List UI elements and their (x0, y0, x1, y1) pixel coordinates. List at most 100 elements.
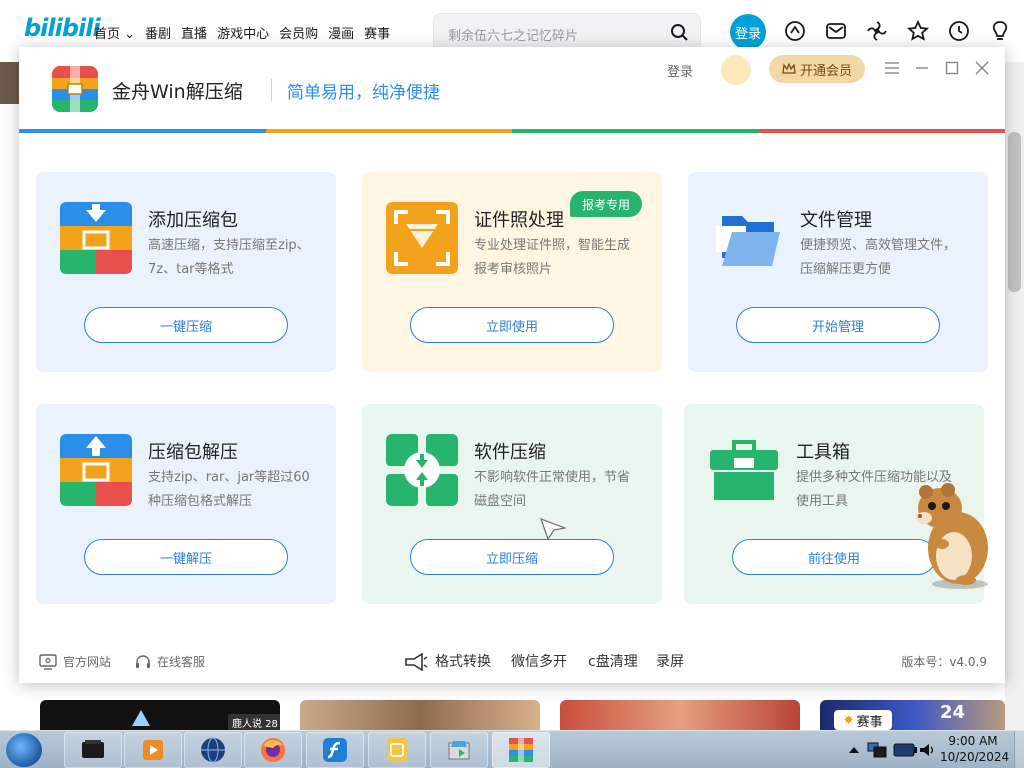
compress-software-button[interactable]: 立即压缩 (410, 539, 614, 575)
monitor-icon (39, 653, 57, 670)
version-label: 版本号：v4.0.9 (901, 655, 987, 669)
id-photo-icon (386, 202, 458, 274)
black-box-icon (82, 740, 104, 758)
scrollbar-thumb[interactable] (1008, 132, 1021, 292)
card-add-archive[interactable]: 添加压缩包 高速压缩，支持压缩至zip、7z、tar等格式 一键压缩 (36, 172, 336, 372)
esports-badge[interactable]: ✸ 赛事 (834, 710, 892, 730)
card-title: 压缩包解压 (148, 442, 238, 463)
card-title: 文件管理 (800, 210, 872, 231)
page-scrollbar[interactable] (1005, 62, 1024, 730)
minimize-icon[interactable] (913, 59, 931, 77)
accent-color-bar (19, 129, 1005, 133)
bilibili-search-input[interactable]: 剩余伍六七之记忆碎片 (433, 13, 701, 51)
taskbar-clock[interactable]: 9:00 AM 10/20/2024 (940, 733, 1010, 765)
fan-icon[interactable] (866, 20, 888, 42)
bilibili-logo[interactable]: bilibili (24, 14, 101, 42)
clock-date: 10/20/2024 (940, 750, 1010, 764)
search-icon[interactable] (670, 23, 688, 41)
message-icon[interactable] (825, 20, 847, 42)
taskbar: 9:00 AM 10/20/2024 (0, 730, 1024, 768)
toolbox-icon (708, 434, 780, 506)
thumbnail-number: 24 (940, 702, 966, 723)
accent-segment-blue (19, 129, 266, 133)
use-now-button[interactable]: 立即使用 (410, 307, 614, 343)
card-description: 高速压缩，支持压缩至zip、7z、tar等格式 (148, 238, 310, 277)
installer-icon (448, 741, 470, 760)
tray-arrow-icon[interactable] (845, 741, 863, 759)
battery-icon[interactable] (892, 741, 918, 759)
start-button[interactable] (6, 733, 42, 767)
video-thumbnail[interactable] (300, 700, 540, 730)
nav-item-anime[interactable]: 番剧 (145, 23, 171, 42)
app-login-link[interactable]: 登录 (667, 61, 693, 80)
volume-icon[interactable] (918, 741, 936, 759)
network-icon[interactable] (866, 741, 888, 759)
compressor-window: 金舟Win解压缩 简单易用，纯净便捷 登录 开通会员 添加压缩包 高速压缩，支持… (19, 47, 1005, 683)
card-description: 专业处理证件照，智能生成报考审核照片 (474, 238, 631, 277)
hamster-pet-icon[interactable] (902, 478, 994, 590)
nav-item-esports[interactable]: 赛事 (364, 23, 390, 42)
accent-segment-orange (265, 129, 512, 133)
online-support-link[interactable]: 在线客服 (135, 653, 205, 670)
taskbar-app-media-player[interactable] (124, 732, 182, 768)
nav-item-home[interactable]: 首页 ⌄ (94, 23, 135, 42)
video-thumbnail[interactable]: 鹿人说 28 (40, 700, 280, 730)
show-desktop-button[interactable] (1014, 731, 1024, 768)
taskbar-app-compressor[interactable] (492, 732, 550, 768)
nav-item-games[interactable]: 游戏中心 (217, 23, 269, 42)
avatar[interactable] (721, 55, 751, 85)
start-manage-button[interactable]: 开始管理 (736, 307, 940, 343)
clock-time: 9:00 AM (948, 734, 998, 748)
official-website-label: 官方网站 (63, 655, 112, 669)
format-convert-link[interactable]: 格式转换 (435, 651, 491, 671)
close-icon[interactable] (973, 59, 991, 77)
nav-item-shop[interactable]: 会员购 (279, 23, 318, 42)
compress-now-button[interactable]: 一键压缩 (84, 307, 288, 343)
card-file-manager[interactable]: 文件管理 便捷预览、高效管理文件，压缩解压更方便 开始管理 (688, 172, 988, 372)
exam-tag-badge: 报考专用 (570, 191, 642, 217)
archive-extract-icon (60, 434, 132, 506)
taskbar-app-installer[interactable] (430, 732, 488, 768)
card-title: 工具箱 (796, 442, 850, 463)
card-id-photo[interactable]: 报考专用 证件照处理 专业处理证件照，智能生成报考审核照片 立即使用 (362, 172, 662, 372)
lightbulb-icon[interactable] (989, 20, 1011, 42)
video-thumbnail[interactable] (560, 700, 800, 730)
bilibili-side-thumbnail[interactable] (0, 62, 20, 104)
extract-now-button[interactable]: 一键解压 (84, 539, 288, 575)
taskbar-app-flash[interactable] (306, 732, 364, 768)
nav-item-comics[interactable]: 漫画 (328, 23, 354, 42)
vip-button[interactable]: 开通会员 (769, 55, 865, 83)
wechat-multi-link[interactable]: 微信多开 (511, 651, 567, 671)
card-title: 添加压缩包 (148, 210, 238, 231)
official-website-link[interactable]: 官方网站 (39, 653, 111, 670)
bilibili-login-button[interactable]: 登录 (730, 14, 766, 50)
nav-item-live[interactable]: 直播 (181, 23, 207, 42)
star-icon[interactable] (907, 20, 929, 42)
accent-segment-green (512, 129, 759, 133)
card-description: 不影响软件正常使用，节省磁盘空间 (474, 470, 631, 509)
folder-icon (712, 202, 784, 274)
taskbar-app-console[interactable] (64, 732, 122, 768)
dynamic-icon[interactable] (784, 20, 806, 42)
app-logo-icon (52, 66, 98, 112)
headset-icon (136, 654, 150, 668)
history-icon[interactable] (948, 20, 970, 42)
card-extract-archive[interactable]: 压缩包解压 支持zip、rar、jar等超过60种压缩包格式解压 一键解压 (36, 404, 336, 604)
flash-icon (323, 738, 347, 762)
card-software-compress[interactable]: 软件压缩 不影响软件正常使用，节省磁盘空间 立即压缩 (362, 404, 662, 604)
maximize-icon[interactable] (943, 59, 961, 77)
app-slogan: 简单易用，纯净便捷 (287, 83, 440, 103)
taskbar-app-globe[interactable] (184, 732, 242, 768)
card-title: 证件照处理 (474, 210, 564, 231)
online-support-label: 在线客服 (157, 655, 206, 669)
card-description: 便捷预览、高效管理文件，压缩解压更方便 (800, 238, 957, 277)
archive-add-icon (60, 202, 132, 274)
arrow-up-icon (132, 710, 150, 726)
taskbar-app-firefox[interactable] (244, 732, 302, 768)
compressor-app-icon (509, 738, 533, 762)
screen-record-link[interactable]: 录屏 (656, 651, 684, 671)
taskbar-app-notes[interactable] (368, 732, 426, 768)
c-drive-clean-link[interactable]: c盘清理 (588, 651, 638, 671)
menu-icon[interactable] (883, 59, 901, 77)
title-divider (271, 79, 272, 101)
